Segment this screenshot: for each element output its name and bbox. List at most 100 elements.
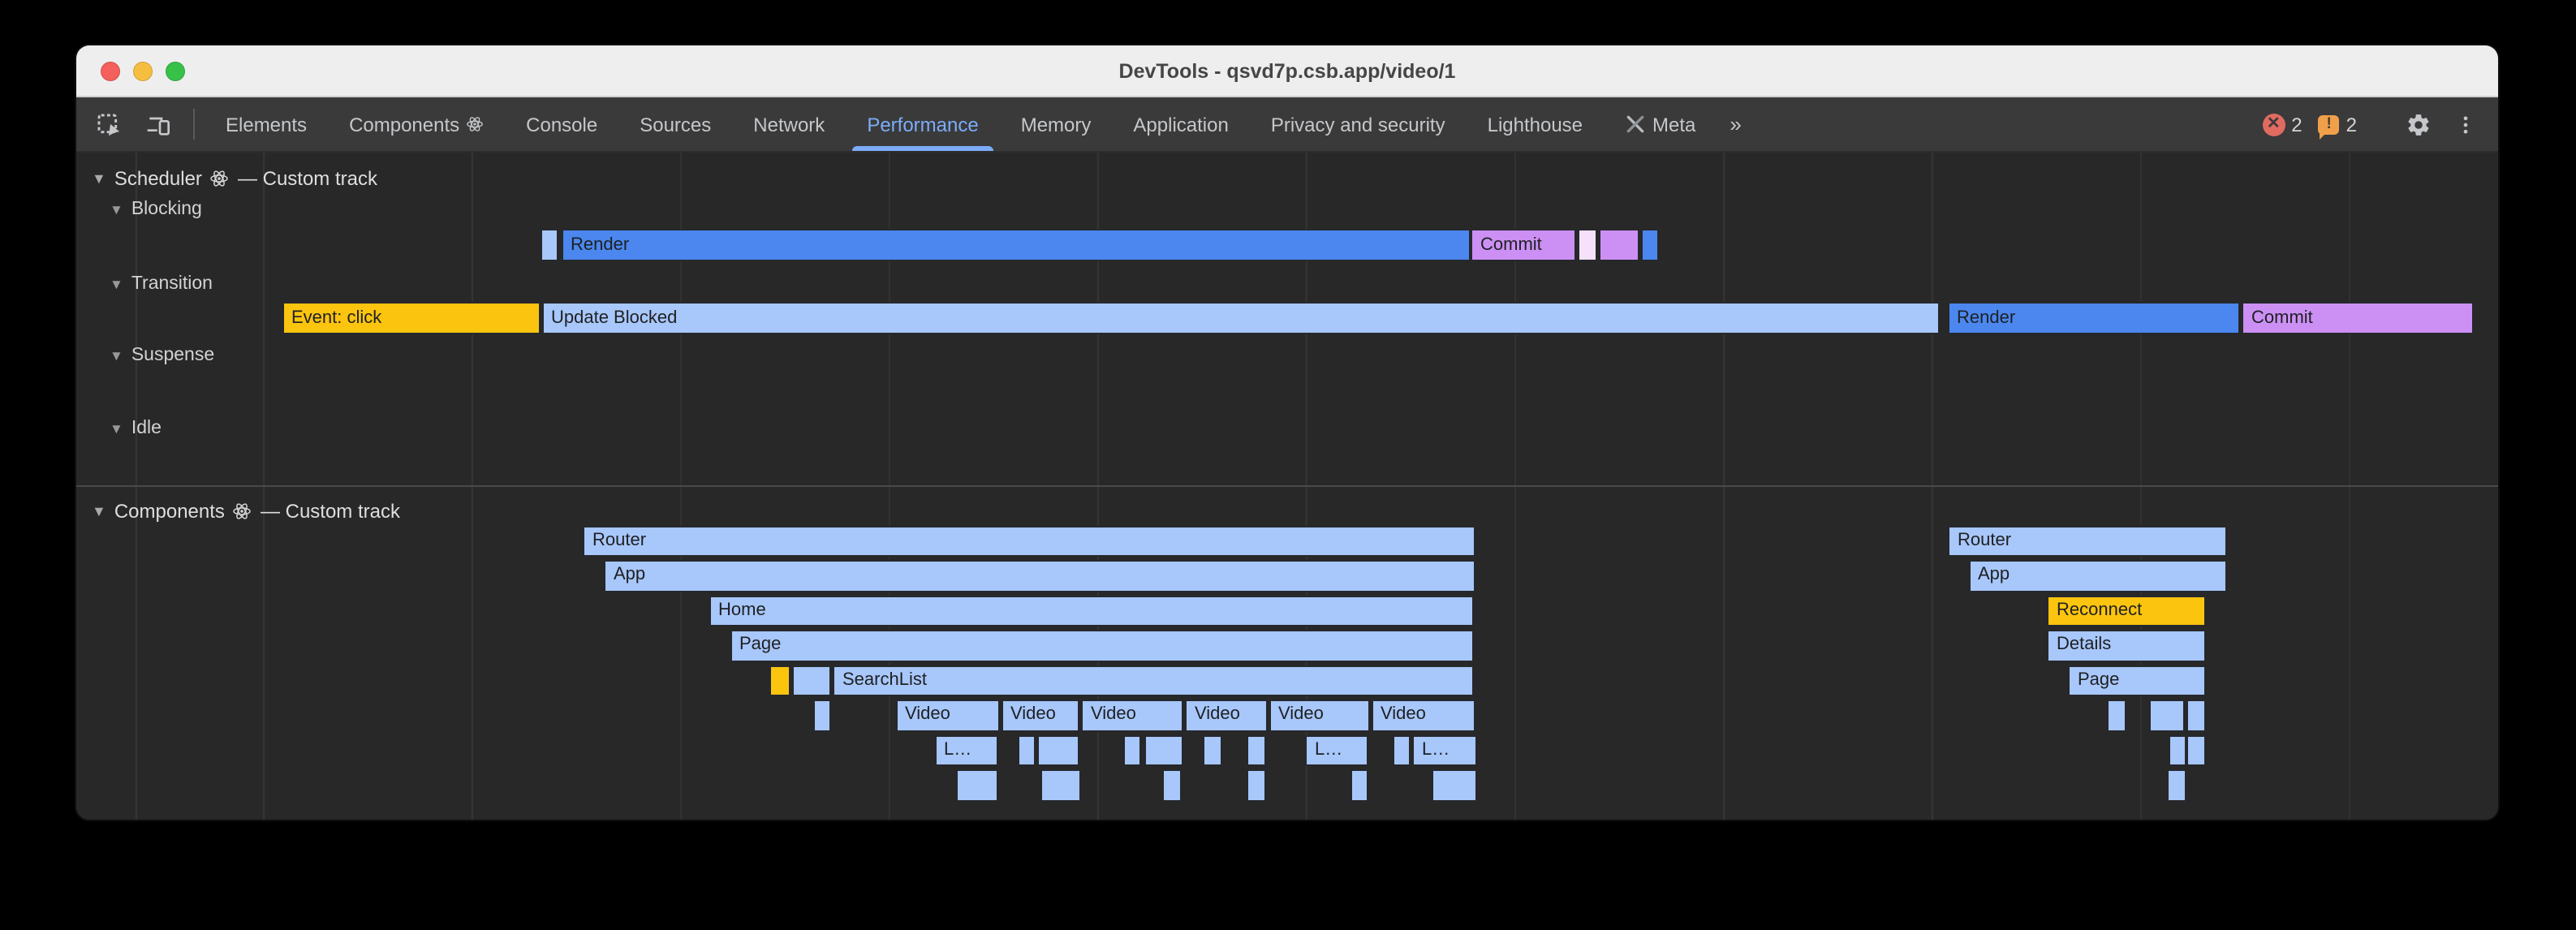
tab-lighthouse[interactable]: Lighthouse <box>1467 97 1604 151</box>
lane-blocking[interactable]: ▼Blocking <box>110 200 202 219</box>
inspect-element-icon[interactable] <box>76 97 133 151</box>
flame-bar-page[interactable]: Page <box>2068 665 2206 696</box>
flame-bar-video[interactable]: Video <box>1081 700 1183 731</box>
track-title: Scheduler <box>114 167 202 190</box>
tab-console[interactable]: Console <box>505 97 618 151</box>
device-toolbar-icon[interactable] <box>133 97 183 151</box>
flame-bar-commit[interactable]: Commit <box>2242 302 2473 334</box>
flame-bar-router[interactable]: Router <box>583 525 1475 557</box>
flame-bar-render[interactable]: Render <box>1947 302 2239 334</box>
tab-label: Components <box>349 113 459 136</box>
flame-bar-home[interactable]: Home <box>709 595 1474 626</box>
flame-bar-chip[interactable] <box>2186 700 2205 731</box>
tab-memory[interactable]: Memory <box>1000 97 1113 151</box>
components-track-header[interactable]: ▼ Components — Custom track <box>92 496 400 525</box>
flame-bar-commit[interactable]: Commit <box>1471 228 1576 261</box>
tab-privacy-and-security[interactable]: Privacy and security <box>1250 97 1467 151</box>
zoom-button[interactable] <box>166 61 185 80</box>
kebab-menu-icon[interactable] <box>2443 111 2488 137</box>
flame-bar-video[interactable]: Video <box>1185 700 1268 731</box>
flame-bar-app[interactable]: App <box>1968 560 2227 592</box>
flame-bar-chip[interactable] <box>2186 734 2205 766</box>
more-tabs-chevron[interactable]: » <box>1717 97 1755 151</box>
flame-bar-update-blocked[interactable]: Update Blocked <box>541 302 1940 334</box>
error-badge[interactable]: ✕ 2 <box>2262 113 2302 136</box>
flame-bar-chip[interactable] <box>791 665 831 696</box>
collapse-triangle-icon[interactable]: ▼ <box>110 201 123 217</box>
tab-sources[interactable]: Sources <box>618 97 732 151</box>
flame-bar-label: L… <box>1307 736 1367 764</box>
tab-elements[interactable]: Elements <box>205 97 328 151</box>
flame-bar-chip[interactable] <box>2167 769 2186 801</box>
lane-suspense[interactable]: ▼Suspense <box>110 346 214 365</box>
flame-bar-label: Update Blocked <box>543 304 1938 333</box>
flame-bar-label: Event: click <box>283 304 538 333</box>
settings-gear-icon[interactable] <box>2394 111 2443 137</box>
error-count: 2 <box>2291 113 2302 136</box>
flame-bar-render[interactable]: Render <box>561 228 1470 261</box>
tab-application[interactable]: Application <box>1112 97 1249 151</box>
flame-bar-video[interactable]: Video <box>1269 700 1370 731</box>
flame-bar-label: Render <box>1949 304 2238 333</box>
tab-label: Lighthouse <box>1488 113 1583 136</box>
flame-bar-router[interactable]: Router <box>1948 525 2226 557</box>
tab-network[interactable]: Network <box>732 97 846 151</box>
flame-bar-video[interactable]: Video <box>1371 700 1475 731</box>
lane-idle[interactable]: ▼Idle <box>110 418 162 437</box>
flame-bar-reconnect[interactable]: Reconnect <box>2047 595 2206 626</box>
flame-bar-label: Home <box>710 596 1472 625</box>
tab-performance[interactable]: Performance <box>846 97 999 151</box>
collapse-triangle-icon[interactable]: ▼ <box>110 275 123 291</box>
warning-badge[interactable]: ! 2 <box>2319 113 2357 136</box>
flame-bar-chip[interactable] <box>1431 769 1476 801</box>
flame-bar-chip[interactable] <box>1162 769 1182 801</box>
flame-bar-chip[interactable] <box>2169 734 2186 766</box>
flame-bar-label: Details <box>2048 631 2204 660</box>
lane-transition[interactable]: ▼ Transition <box>110 273 213 293</box>
flame-bar-chip[interactable] <box>1037 734 1079 766</box>
collapse-triangle-icon[interactable]: ▼ <box>110 420 123 436</box>
flame-bar-l[interactable]: L… <box>934 734 998 766</box>
flame-bar-l[interactable]: L… <box>1412 734 1476 766</box>
track-subtitle: — Custom track <box>238 167 377 190</box>
flame-bar-video[interactable]: Video <box>895 700 999 731</box>
lane-label: Transition <box>131 273 213 293</box>
flame-bar-chip[interactable] <box>1350 769 1368 801</box>
flame-bar-details[interactable]: Details <box>2047 630 2206 661</box>
collapse-triangle-icon[interactable]: ▼ <box>92 170 106 187</box>
flame-bar-chip[interactable] <box>1040 769 1080 801</box>
flame-bar-chip[interactable] <box>2107 700 2126 731</box>
flame-bar-chip[interactable] <box>1247 769 1266 801</box>
flame-bar-chip[interactable] <box>1392 734 1411 766</box>
flame-bar-chip[interactable] <box>540 228 558 261</box>
titlebar: DevTools - qsvd7p.csb.app/video/1 <box>76 45 2498 97</box>
flame-bar-chip[interactable] <box>1599 228 1639 261</box>
flame-bar-chip[interactable] <box>813 700 830 731</box>
scheduler-track-header[interactable]: ▼ Scheduler — Custom track <box>92 164 377 193</box>
flame-bar-chip[interactable] <box>1247 734 1266 766</box>
flame-bar-video[interactable]: Video <box>1001 700 1079 731</box>
flame-bar-chip[interactable] <box>2148 700 2185 731</box>
flame-bar-event-click[interactable]: Event: click <box>282 302 540 334</box>
flame-bar-chip[interactable] <box>955 769 997 801</box>
collapse-triangle-icon[interactable]: ▼ <box>110 347 123 364</box>
flame-bar-searchlist[interactable]: SearchList <box>833 665 1474 696</box>
flame-bar-label: Video <box>1002 701 1077 730</box>
flame-bar-chip[interactable] <box>1203 734 1221 766</box>
close-button[interactable] <box>101 61 120 80</box>
flame-bar-chip[interactable] <box>1144 734 1183 766</box>
flame-bar-chip[interactable] <box>1123 734 1140 766</box>
flame-bar-chip[interactable] <box>769 665 790 696</box>
flame-bar-label: Router <box>1949 527 2225 555</box>
flame-bar-chip[interactable] <box>1018 734 1035 766</box>
flame-bar-chip[interactable] <box>1578 228 1596 261</box>
collapse-triangle-icon[interactable]: ▼ <box>92 502 106 519</box>
tab-meta[interactable]: Meta <box>1604 97 1717 151</box>
flame-bar-chip[interactable] <box>1640 228 1658 261</box>
flame-bar-app[interactable]: App <box>604 560 1475 592</box>
minimize-button[interactable] <box>133 61 153 80</box>
flame-bar-page[interactable]: Page <box>730 630 1474 661</box>
tab-components[interactable]: Components <box>328 97 505 151</box>
flame-bar-l[interactable]: L… <box>1305 734 1368 766</box>
window-title: DevTools - qsvd7p.csb.app/video/1 <box>1119 59 1456 82</box>
